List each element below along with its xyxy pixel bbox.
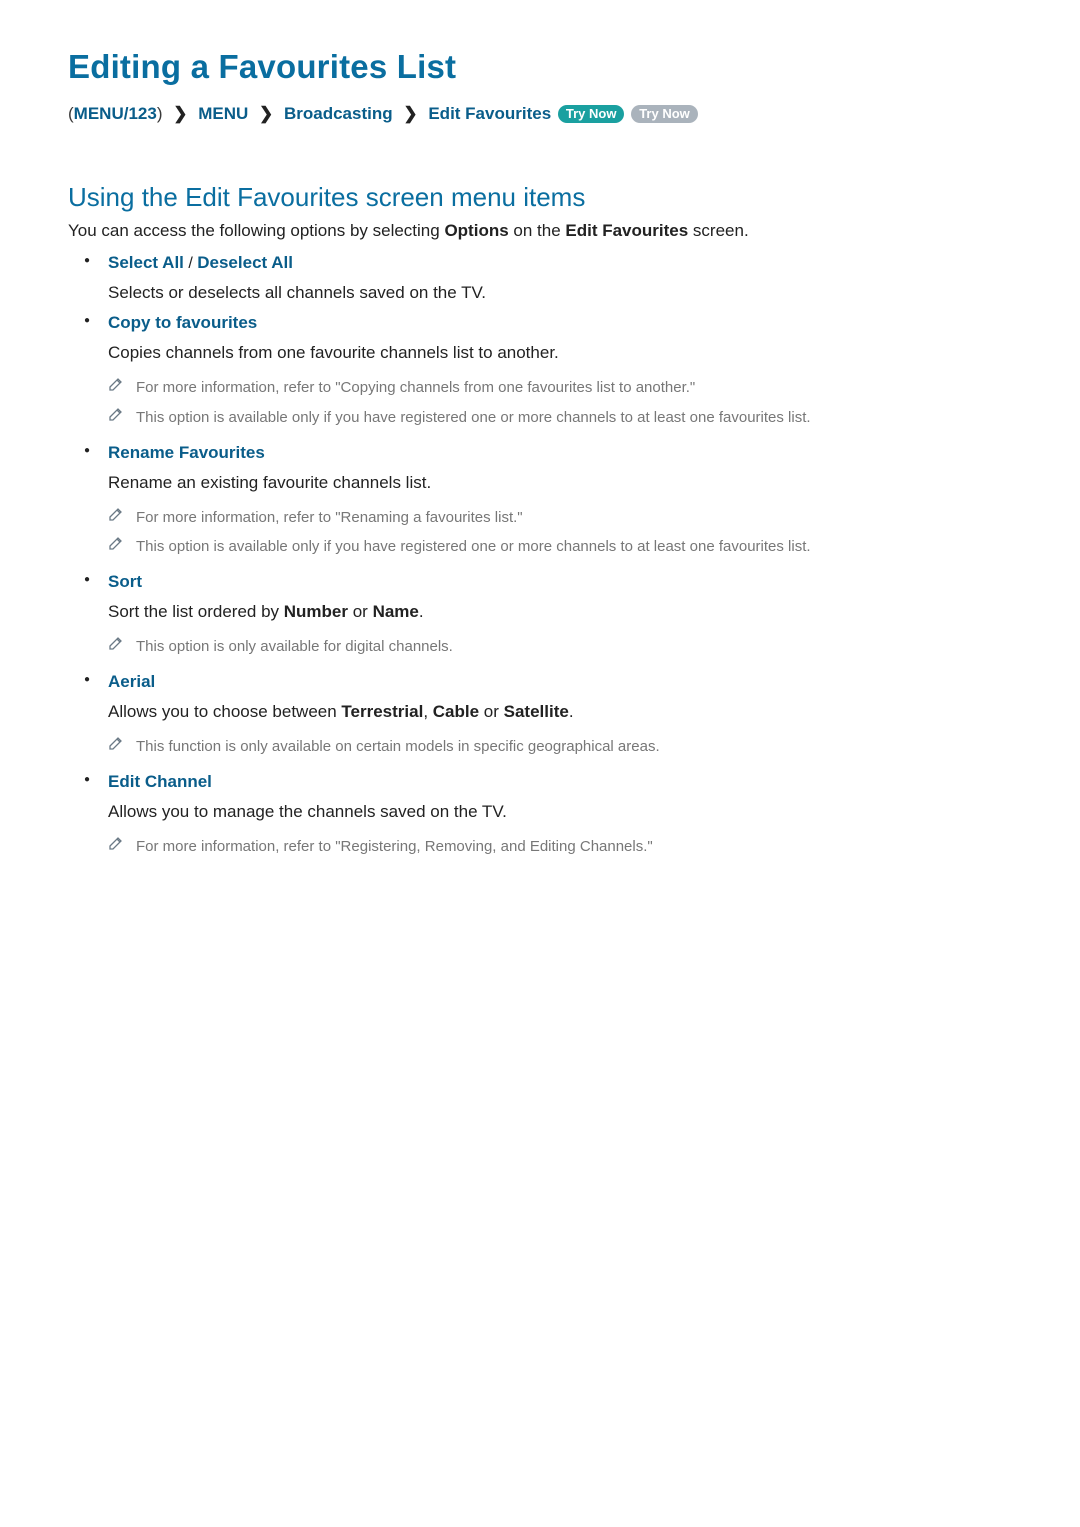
note-item: For more information, refer to "Copying … bbox=[108, 373, 1020, 403]
chevron-right-icon: ❯ bbox=[173, 104, 187, 124]
option-label-rename-favourites: Rename Favourites bbox=[108, 443, 265, 463]
intro-post: screen. bbox=[688, 221, 748, 240]
option-label-copy-to-favourites: Copy to favourites bbox=[108, 313, 257, 333]
desc-part: . bbox=[419, 602, 424, 621]
option-desc: Copies channels from one favourite chann… bbox=[108, 343, 1020, 363]
intro-options-word: Options bbox=[444, 221, 508, 240]
option-desc: Allows you to choose between Terrestrial… bbox=[108, 702, 1020, 722]
note-text: This option is only available for digita… bbox=[136, 638, 453, 655]
note-list: This function is only available on certa… bbox=[108, 732, 1020, 762]
pencil-icon bbox=[108, 535, 124, 551]
chevron-right-icon: ❯ bbox=[259, 104, 273, 124]
option-label-sort: Sort bbox=[108, 572, 142, 592]
desc-strong: Terrestrial bbox=[341, 702, 423, 721]
note-item: This function is only available on certa… bbox=[108, 732, 1020, 762]
pencil-icon bbox=[108, 635, 124, 651]
desc-part: . bbox=[569, 702, 574, 721]
note-item: This option is available only if you hav… bbox=[108, 403, 1020, 433]
desc-part: or bbox=[348, 602, 373, 621]
document-page: Editing a Favourites List (MENU/123) ❯ M… bbox=[0, 0, 1080, 1527]
pencil-icon bbox=[108, 835, 124, 851]
note-text: This option is available only if you hav… bbox=[136, 538, 811, 555]
note-text: For more information, refer to "Copying … bbox=[136, 379, 695, 396]
note-list: For more information, refer to "Register… bbox=[108, 832, 1020, 862]
pencil-icon bbox=[108, 506, 124, 522]
breadcrumb-item-menu: MENU bbox=[198, 104, 248, 123]
note-list: For more information, refer to "Copying … bbox=[108, 373, 1020, 433]
option-copy-to-favourites: Copy to favourites Copies channels from … bbox=[98, 313, 1020, 433]
option-edit-channel: Edit Channel Allows you to manage the ch… bbox=[98, 772, 1020, 862]
note-list: This option is only available for digita… bbox=[108, 632, 1020, 662]
option-label-aerial: Aerial bbox=[108, 672, 155, 692]
pencil-icon bbox=[108, 376, 124, 392]
paren-close: ) bbox=[157, 104, 163, 123]
note-text: This option is available only if you hav… bbox=[136, 409, 811, 426]
note-text: For more information, refer to "Renaming… bbox=[136, 509, 523, 526]
desc-strong: Satellite bbox=[504, 702, 569, 721]
try-now-button-active[interactable]: Try Now bbox=[558, 105, 625, 123]
breadcrumb-item-edit-favourites: Edit Favourites bbox=[428, 104, 551, 123]
desc-strong: Cable bbox=[433, 702, 479, 721]
note-text: For more information, refer to "Register… bbox=[136, 838, 653, 855]
option-aerial: Aerial Allows you to choose between Terr… bbox=[98, 672, 1020, 762]
desc-part: , bbox=[423, 702, 432, 721]
option-desc: Allows you to manage the channels saved … bbox=[108, 802, 1020, 822]
desc-part: or bbox=[479, 702, 504, 721]
desc-part: Allows you to choose between bbox=[108, 702, 341, 721]
try-now-button-disabled: Try Now bbox=[631, 105, 698, 123]
note-list: For more information, refer to "Renaming… bbox=[108, 503, 1020, 563]
intro-pre: You can access the following options by … bbox=[68, 221, 444, 240]
desc-part: Sort the list ordered by bbox=[108, 602, 284, 621]
breadcrumb: (MENU/123) ❯ MENU ❯ Broadcasting ❯ Edit … bbox=[68, 104, 1020, 124]
option-desc: Selects or deselects all channels saved … bbox=[108, 283, 1020, 303]
page-title: Editing a Favourites List bbox=[68, 48, 1020, 86]
note-item: For more information, refer to "Renaming… bbox=[108, 503, 1020, 533]
note-item: This option is only available for digita… bbox=[108, 632, 1020, 662]
breadcrumb-item-broadcasting: Broadcasting bbox=[284, 104, 393, 123]
pencil-icon bbox=[108, 406, 124, 422]
intro-screen-name: Edit Favourites bbox=[565, 221, 688, 240]
note-item: This option is available only if you hav… bbox=[108, 532, 1020, 562]
option-select-all: Select All / Deselect All Selects or des… bbox=[98, 253, 1020, 303]
option-label-deselect-all: Deselect All bbox=[197, 253, 293, 273]
pencil-icon bbox=[108, 735, 124, 751]
option-label-separator: / bbox=[184, 255, 197, 272]
breadcrumb-root: MENU/123 bbox=[74, 104, 157, 123]
option-label-select-all: Select All bbox=[108, 253, 184, 273]
desc-strong: Number bbox=[284, 602, 348, 621]
chevron-right-icon: ❯ bbox=[403, 104, 417, 124]
options-list: Select All / Deselect All Selects or des… bbox=[68, 253, 1020, 861]
intro-mid: on the bbox=[509, 221, 566, 240]
desc-strong: Name bbox=[373, 602, 419, 621]
intro-text: You can access the following options by … bbox=[68, 221, 1020, 241]
option-label-edit-channel: Edit Channel bbox=[108, 772, 212, 792]
section-heading: Using the Edit Favourites screen menu it… bbox=[68, 182, 1020, 213]
note-text: This function is only available on certa… bbox=[136, 738, 660, 755]
option-desc: Rename an existing favourite channels li… bbox=[108, 473, 1020, 493]
option-desc: Sort the list ordered by Number or Name. bbox=[108, 602, 1020, 622]
note-item: For more information, refer to "Register… bbox=[108, 832, 1020, 862]
option-rename-favourites: Rename Favourites Rename an existing fav… bbox=[98, 443, 1020, 563]
option-sort: Sort Sort the list ordered by Number or … bbox=[98, 572, 1020, 662]
